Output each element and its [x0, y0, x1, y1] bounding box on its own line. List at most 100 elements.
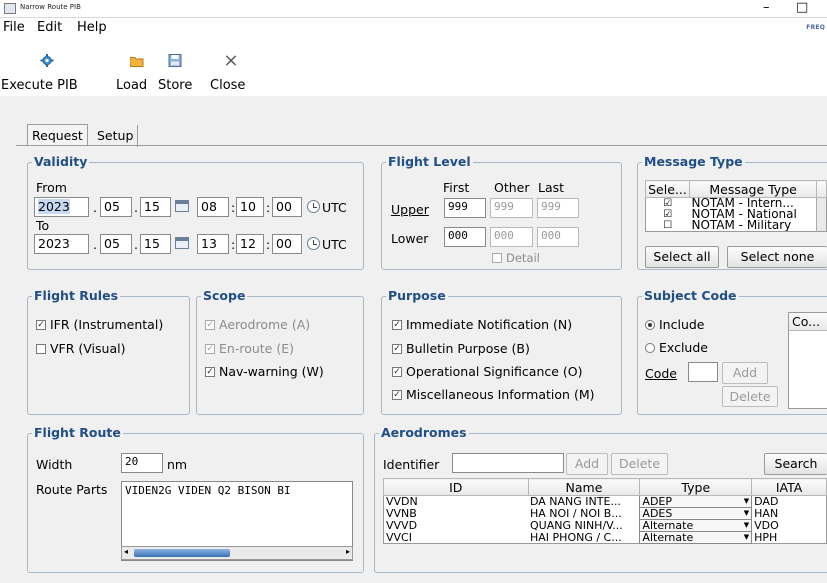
lower-other-field[interactable]: 000	[490, 227, 533, 247]
menu-edit[interactable]: Edit	[37, 20, 62, 35]
subject-delete-button[interactable]: Delete	[722, 386, 778, 407]
from-day-field[interactable]: 15	[140, 197, 171, 217]
to-minute-field[interactable]: 12	[236, 234, 264, 254]
mt-row-checkbox[interactable]: ☑	[646, 209, 690, 220]
to-clock-icon[interactable]	[307, 237, 320, 250]
scroll-right-arrow-icon[interactable]: ▸	[346, 547, 350, 556]
ad-col-name[interactable]: Name	[527, 478, 641, 496]
navwarning-checkbox[interactable]: ✓	[205, 367, 215, 377]
bulletin-label: Bulletin Purpose (B)	[406, 341, 530, 356]
dropdown-arrow-icon: ▼	[743, 509, 750, 517]
width-input[interactable]: 20	[121, 453, 163, 473]
subject-code-title: Subject Code	[642, 288, 739, 303]
aerodrome-search-button[interactable]: Search	[764, 453, 827, 475]
to-month-field[interactable]: 05	[100, 234, 132, 254]
ad-id: VVDN	[386, 495, 418, 508]
table-row[interactable]: VVVD QUANG NINH/V... Alternate ▼ VDO	[384, 519, 827, 532]
include-radio[interactable]	[645, 320, 655, 330]
misc-checkbox[interactable]: ✓	[392, 390, 402, 400]
load-folder-icon[interactable]	[130, 55, 144, 68]
to-utc-label: UTC	[322, 237, 347, 252]
scroll-left-arrow-icon[interactable]: ◂	[124, 547, 128, 556]
ad-name: DA NANG INTE...	[530, 495, 621, 508]
exclude-radio[interactable]	[645, 343, 655, 353]
to-hour-field[interactable]: 13	[197, 234, 229, 254]
validity-title: Validity	[32, 154, 90, 169]
enroute-checkbox[interactable]: ✓	[205, 344, 215, 354]
ad-col-type[interactable]: Type	[639, 478, 753, 496]
upper-last-field[interactable]: 999	[537, 198, 579, 218]
from-minute-field[interactable]: 10	[236, 197, 264, 217]
store-disk-icon[interactable]	[168, 54, 182, 67]
immediate-checkbox[interactable]: ✓	[392, 320, 402, 330]
menu-help[interactable]: Help	[77, 20, 107, 35]
execute-pib-button[interactable]: Execute PIB	[1, 78, 78, 93]
ad-col-id[interactable]: ID	[383, 478, 529, 496]
execute-gear-icon[interactable]	[40, 54, 54, 67]
detail-checkbox[interactable]	[492, 253, 502, 263]
ifr-checkbox[interactable]: ✓	[36, 320, 46, 330]
mt-row-checkbox[interactable]: ☑	[646, 198, 690, 210]
include-label: Include	[659, 317, 705, 332]
table-row[interactable]: VVNB HA NOI / NOI B... ADES ▼ HAN	[384, 507, 827, 520]
subject-add-button[interactable]: Add	[722, 362, 768, 384]
close-button[interactable]: Close	[210, 78, 245, 93]
maximize-button[interactable]: □	[796, 0, 808, 15]
lower-label: Lower	[391, 231, 429, 246]
lower-first-field[interactable]: 000	[444, 227, 486, 247]
subject-code-list[interactable]: Co...	[788, 312, 827, 409]
operational-checkbox[interactable]: ✓	[392, 367, 402, 377]
upper-label: Upper	[391, 202, 429, 217]
aerodrome-delete-button[interactable]: Delete	[611, 453, 668, 475]
from-year-field[interactable]: 2023	[34, 197, 89, 217]
ad-type-dropdown[interactable]: Alternate ▼	[639, 531, 753, 544]
tab-request[interactable]: Request	[27, 124, 88, 146]
close-x-icon[interactable]	[224, 54, 238, 67]
to-year-field[interactable]: 2023	[34, 234, 89, 254]
from-hour-field[interactable]: 08	[197, 197, 229, 217]
ad-col-iata[interactable]: IATA	[751, 478, 827, 496]
vfr-checkbox[interactable]	[36, 344, 46, 354]
minimize-button[interactable]: –	[763, 0, 770, 15]
upper-other-field[interactable]: 999	[490, 198, 533, 218]
upper-first-field[interactable]: 999	[444, 198, 486, 218]
subject-code-column-header[interactable]: Co...	[789, 313, 827, 331]
mt-scrollbar[interactable]	[816, 197, 827, 232]
aerodrome-checkbox[interactable]: ✓	[205, 320, 215, 330]
mt-row[interactable]: ☑ NOTAM - Intern...	[646, 197, 827, 232]
aerodrome-add-button[interactable]: Add	[566, 453, 608, 475]
bulletin-checkbox[interactable]: ✓	[392, 344, 402, 354]
ad-iata: HPH	[754, 531, 778, 544]
from-second-field[interactable]: 00	[272, 197, 302, 217]
mt-row-checkbox[interactable]: ☐	[646, 220, 690, 232]
from-clock-icon[interactable]	[307, 200, 320, 213]
to-day-field[interactable]: 15	[140, 234, 171, 254]
to-calendar-icon[interactable]	[175, 237, 189, 249]
ad-type-dropdown[interactable]: ADES ▼	[639, 507, 753, 520]
mt-type-header[interactable]: Message Type	[688, 180, 818, 198]
scroll-thumb[interactable]	[134, 549, 230, 557]
navwarning-label: Nav-warning (W)	[219, 364, 324, 379]
mt-row[interactable]: ☑ NOTAM - National	[646, 209, 827, 220]
to-second-field[interactable]: 00	[272, 234, 302, 254]
mt-row[interactable]: ☐ NOTAM - Military	[646, 220, 827, 232]
code-input[interactable]	[688, 362, 718, 382]
mt-select-header[interactable]: Sele...	[645, 180, 690, 198]
menu-file[interactable]: File	[3, 20, 25, 35]
window-title: Narrow Route PIB	[20, 3, 81, 11]
message-type-title: Message Type	[642, 154, 745, 169]
table-row[interactable]: VVDN DA NANG INTE... ADEP ▼ DAD	[384, 495, 827, 508]
identifier-input[interactable]	[452, 453, 564, 473]
select-all-button[interactable]: Select all	[645, 246, 719, 268]
select-none-button[interactable]: Select none	[727, 246, 827, 268]
route-hscrollbar[interactable]: ◂ ▸	[121, 546, 353, 560]
store-button[interactable]: Store	[158, 78, 192, 93]
from-month-field[interactable]: 05	[100, 197, 132, 217]
ad-type-dropdown[interactable]: ADEP ▼	[639, 495, 753, 508]
load-button[interactable]: Load	[116, 78, 147, 93]
ad-type-dropdown[interactable]: Alternate ▼	[639, 519, 753, 532]
tab-setup[interactable]: Setup	[93, 125, 139, 147]
table-row[interactable]: VVCI HAI PHONG / C... Alternate ▼ HPH	[384, 531, 827, 544]
lower-last-field[interactable]: 000	[537, 227, 579, 247]
from-calendar-icon[interactable]	[175, 200, 189, 212]
